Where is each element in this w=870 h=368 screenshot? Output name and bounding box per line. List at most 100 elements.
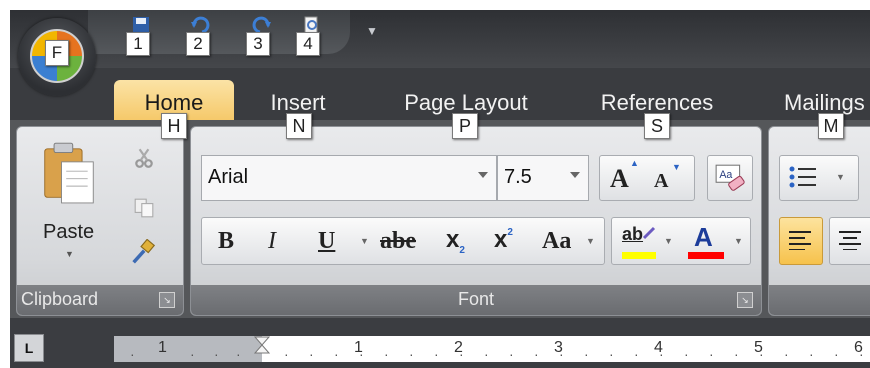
paste-button[interactable]: Paste ▼ [31,137,107,267]
bullets-button[interactable]: ▼ [779,155,859,201]
underline-button[interactable]: U [318,228,335,255]
ruler-tick: · [130,346,135,362]
underline-chevron-down-icon[interactable]: ▼ [360,236,369,246]
ruler-tick: · [659,346,664,362]
qat-redo-button[interactable]: 3 [246,14,280,56]
word-window: 1 2 3 4 ▼ F Home H Insert N Page Layout … [10,10,870,368]
ruler-tick: · [309,346,314,362]
font-dialog-launcher-icon[interactable]: ↘ [737,292,753,308]
svg-text:Aa: Aa [719,169,732,181]
font-size-chevron-down-icon[interactable] [570,172,580,178]
cut-icon[interactable] [133,147,155,169]
keytip: 2 [186,32,210,56]
font-color-button[interactable]: A [688,222,728,262]
clear-formatting-button[interactable]: Aa [707,155,753,201]
align-center-button[interactable] [829,217,870,265]
qat-print-preview-button[interactable]: 4 [296,14,330,56]
ruler-tick: · [759,346,764,362]
horizontal-ruler[interactable]: 1 · · · · 1 2 3 4 5 6 · · · · · · · · · · · · · · · · · · · · ·… [114,336,870,362]
ruler-number: 1 [158,339,167,356]
tab-mailings[interactable]: Mailings M [778,80,870,139]
keytip: 3 [246,32,270,56]
clear-formatting-icon: Aa [715,164,745,191]
align-left-button[interactable] [779,217,823,265]
change-case-button[interactable]: Aa [542,228,571,255]
clipboard-group-footer: Clipboard ↘ [17,285,183,315]
qat-undo-button[interactable]: 2 [186,14,220,56]
keytip: F [45,40,69,66]
font-size-combo[interactable]: 7.5 [497,155,589,201]
ruler-tick: · [214,346,219,362]
grow-font-button[interactable]: A [610,164,629,194]
superscript-button[interactable]: x2 [494,226,513,254]
superscript-mark: 2 [507,227,513,238]
quick-access-toolbar: 1 2 3 4 [88,10,350,56]
paragraph-group: ▼ [768,126,870,316]
ribbon-tab-strip: Home H Insert N Page Layout P References… [10,68,870,139]
ruler-tick: · [190,346,195,362]
tab-insert[interactable]: Insert N [258,80,338,139]
ruler-tick: · [409,346,414,362]
highlight-color-buttons: ab ▼ A ▼ [611,217,751,265]
ruler-tick: · [809,346,814,362]
strikethrough-button[interactable]: abe [380,228,416,255]
font-name-chevron-down-icon[interactable] [478,172,488,178]
font-color-chevron-down-icon[interactable]: ▼ [734,236,743,246]
font-group: Arial 7.5 A ▲ A ▼ Aa B I U ▼ abe x2 x2 A… [190,126,762,316]
ruler-tick: · [859,346,864,362]
keytip: P [452,113,478,139]
copy-icon[interactable] [133,197,155,219]
highlight-swatch [622,252,656,259]
keytip: 4 [296,32,320,56]
subscript-button[interactable]: x2 [446,226,465,256]
bullets-chevron-down-icon[interactable]: ▼ [836,172,845,182]
align-left-icon [789,231,811,250]
tab-page-layout[interactable]: Page Layout P [394,80,538,139]
qat-save-button[interactable]: 1 [126,14,160,56]
ruler-tick: · [784,346,789,362]
tab-home[interactable]: Home H [114,80,234,139]
ruler-tick: · [834,346,839,362]
ruler-tick: · [734,346,739,362]
font-group-footer: Font ↘ [191,285,761,315]
clipboard-group: Paste ▼ Clipboard ↘ [16,126,184,316]
clipboard-dialog-launcher-icon[interactable]: ↘ [159,292,175,308]
font-group-title: Font [457,289,495,309]
shrink-font-arrow-icon: ▼ [672,162,681,172]
grow-shrink-font-buttons: A ▲ A ▼ [599,155,695,201]
keytip: S [644,113,670,139]
ruler-tick: · [634,346,639,362]
font-color-swatch [688,252,724,259]
customize-qat-chevron-down-icon[interactable]: ▼ [366,24,378,38]
bold-button[interactable]: B [218,228,234,255]
subscript-mark: 2 [459,245,465,256]
grow-font-arrow-icon: ▲ [630,158,639,168]
tab-selector-button[interactable]: L [14,334,44,362]
superscript-letter: x [494,226,508,253]
text-highlight-button[interactable]: ab [622,222,660,262]
highlight-chevron-down-icon[interactable]: ▼ [664,236,673,246]
paste-dropdown-chevron-down-icon[interactable]: ▼ [65,249,74,259]
paste-label: Paste [43,221,95,243]
ruler-tick: · [434,346,439,362]
ruler-tick: · [609,346,614,362]
text-format-buttons: B I U ▼ abe x2 x2 Aa ▼ [201,217,605,265]
tab-references[interactable]: References S [592,80,722,139]
font-name-value: Arial [208,166,249,188]
ruler-tick: · [359,346,364,362]
change-case-chevron-down-icon[interactable]: ▼ [586,236,595,246]
ruler-tick: · [484,346,489,362]
format-painter-icon[interactable] [129,239,157,267]
office-button[interactable]: F [18,18,96,96]
subscript-letter: x [446,226,460,253]
font-size-value: 7.5 [504,166,532,188]
font-name-combo[interactable]: Arial [201,155,497,201]
title-bar: 1 2 3 4 ▼ [10,10,870,68]
ruler-tick: · [236,346,241,362]
indent-marker-icon[interactable] [254,336,270,362]
ruler-tick: · [384,346,389,362]
shrink-font-button[interactable]: A [654,170,668,193]
ruler-tick: · [684,346,689,362]
italic-button[interactable]: I [268,228,276,255]
ruler-tick: · [709,346,714,362]
